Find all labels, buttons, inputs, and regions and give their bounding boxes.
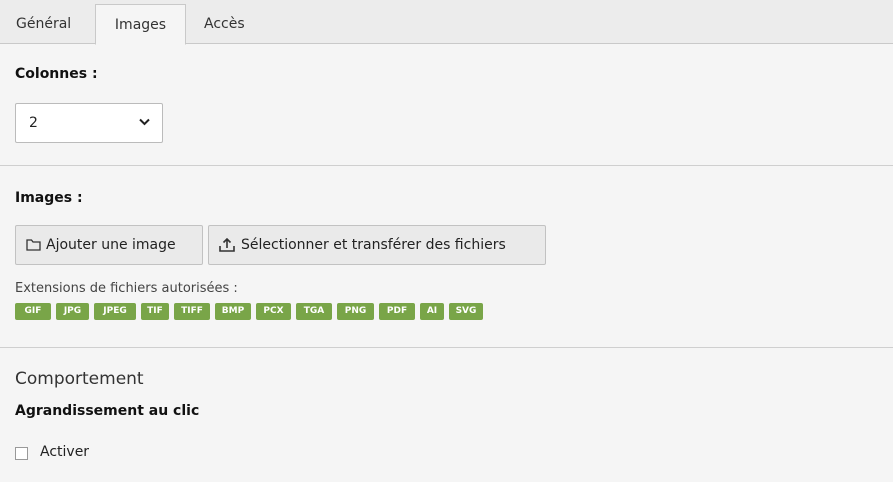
- extension-badge: TGA: [296, 303, 332, 320]
- chevron-down-icon: [139, 118, 150, 126]
- columns-select[interactable]: 2: [15, 103, 163, 143]
- extension-badge: PCX: [256, 303, 291, 320]
- extension-badge: AI: [420, 303, 444, 320]
- section-divider: [0, 347, 893, 348]
- allowed-extensions-label: Extensions de fichiers autorisées :: [15, 281, 238, 296]
- upload-icon: [219, 238, 235, 252]
- extension-badge: SVG: [449, 303, 483, 320]
- tab-access[interactable]: Accès: [188, 4, 261, 44]
- enable-enlarge-label[interactable]: Activer: [40, 444, 89, 460]
- extension-badge: JPG: [56, 303, 89, 320]
- upload-files-button[interactable]: Sélectionner et transférer des fichiers: [208, 225, 546, 265]
- tab-bar: Général Images Accès: [0, 0, 893, 45]
- columns-label: Colonnes :: [15, 66, 98, 82]
- extension-badge: PDF: [379, 303, 415, 320]
- extension-badge: GIF: [15, 303, 51, 320]
- enlarge-on-click-label: Agrandissement au clic: [15, 403, 200, 419]
- upload-files-label: Sélectionner et transférer des fichiers: [241, 237, 506, 253]
- add-image-label: Ajouter une image: [46, 237, 176, 253]
- enable-enlarge-checkbox[interactable]: [15, 447, 28, 460]
- extension-badge: TIFF: [174, 303, 210, 320]
- images-label: Images :: [15, 190, 83, 206]
- tab-images[interactable]: Images: [95, 4, 186, 45]
- extension-badge: PNG: [337, 303, 374, 320]
- extension-badge: JPEG: [94, 303, 136, 320]
- columns-select-value: 2: [29, 115, 38, 131]
- tab-general[interactable]: Général: [0, 4, 87, 44]
- section-divider: [0, 165, 893, 166]
- behaviour-section-title: Comportement: [15, 369, 144, 389]
- add-image-button[interactable]: Ajouter une image: [15, 225, 203, 265]
- folder-icon: [26, 239, 41, 251]
- extension-badge: TIF: [141, 303, 169, 320]
- extension-badge: BMP: [215, 303, 251, 320]
